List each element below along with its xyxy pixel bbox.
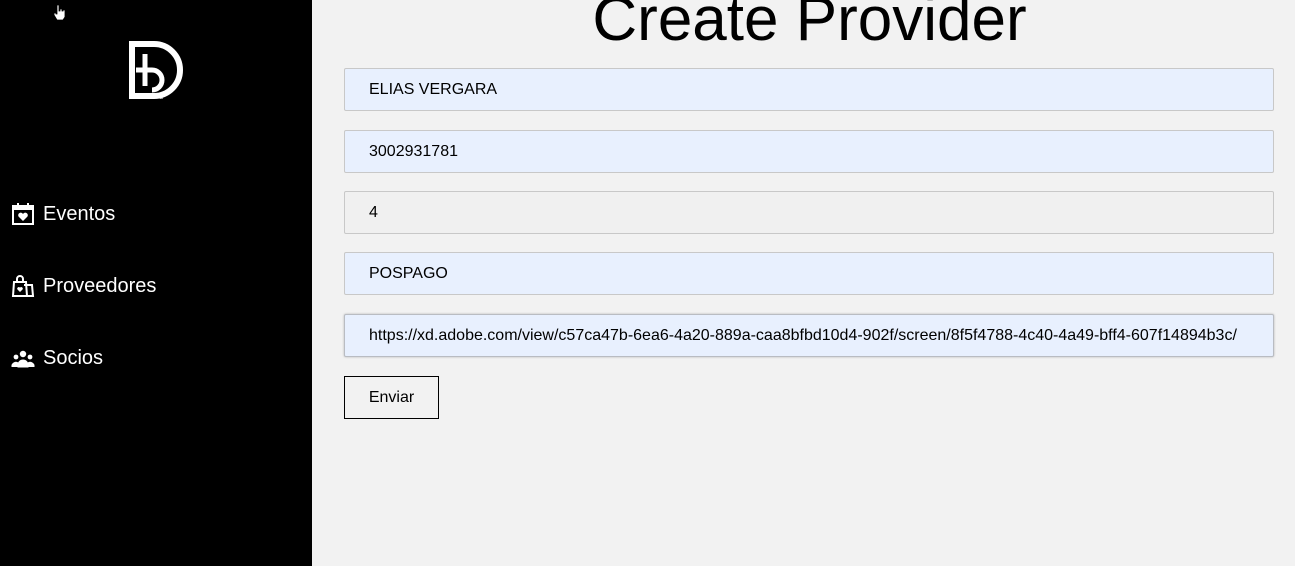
plan-field[interactable] xyxy=(344,252,1274,295)
sidebar-item-socios[interactable]: Socios xyxy=(11,344,103,372)
name-field[interactable] xyxy=(344,68,1274,111)
phone-field[interactable] xyxy=(344,130,1274,173)
hand-cursor-icon xyxy=(53,4,66,20)
main-content: Create Provider Enviar xyxy=(312,0,1295,566)
calendar-heart-icon xyxy=(11,202,35,226)
sidebar-item-eventos[interactable]: Eventos xyxy=(11,200,115,228)
page-title: Create Provider xyxy=(592,0,1027,54)
submit-button[interactable]: Enviar xyxy=(344,376,439,419)
sidebar-item-label: Eventos xyxy=(43,202,116,225)
users-group-icon xyxy=(11,346,35,370)
sidebar-item-label: Proveedores xyxy=(43,274,157,297)
app-window: PERU Eventos Proveedores Socios Create P… xyxy=(0,0,1295,566)
sidebar-item-label: Socios xyxy=(43,346,104,369)
shopping-bag-icon xyxy=(11,274,35,298)
number-field[interactable] xyxy=(344,191,1274,234)
url-field[interactable] xyxy=(344,314,1274,357)
sidebar: PERU Eventos Proveedores Socios xyxy=(0,0,312,566)
sidebar-item-proveedores[interactable]: Proveedores xyxy=(11,272,156,300)
logo-subtitle: PERU xyxy=(131,92,169,101)
